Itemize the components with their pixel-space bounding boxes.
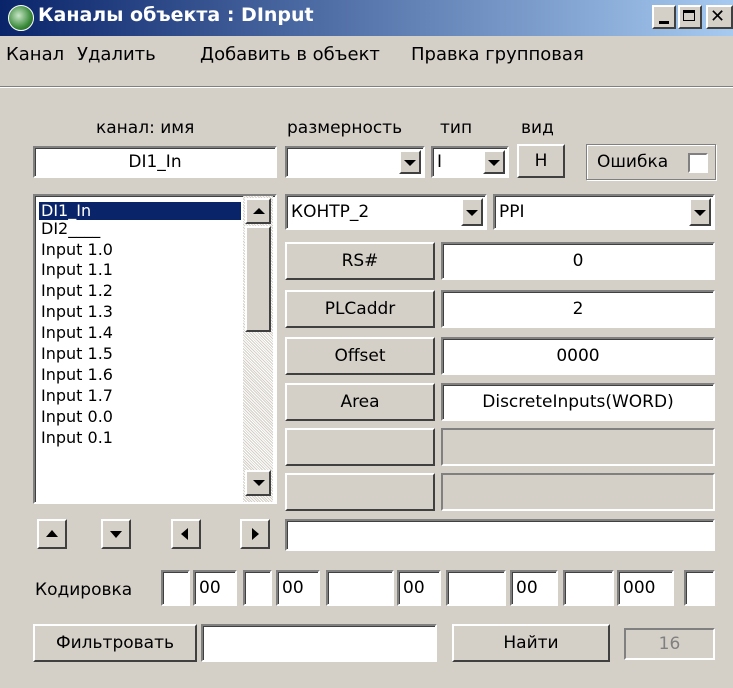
encoding-field[interactable]: 00 xyxy=(276,570,320,606)
encoding-field[interactable] xyxy=(243,570,272,606)
protocol-select[interactable]: PPI xyxy=(493,194,715,230)
dimension-select[interactable] xyxy=(285,146,425,178)
menu-divider xyxy=(0,86,733,88)
error-group: Ошибка xyxy=(586,144,716,180)
scroll-up-button[interactable] xyxy=(245,198,271,224)
scroll-up-icon xyxy=(253,208,265,214)
chevron-down-icon xyxy=(404,160,416,166)
encoding-field[interactable] xyxy=(161,570,190,606)
rs-button[interactable]: RS# xyxy=(285,242,435,280)
list-scrollbar[interactable] xyxy=(243,196,273,502)
encoding-field[interactable]: 00 xyxy=(397,570,441,606)
list-item[interactable]: Input 1.2 xyxy=(39,282,241,300)
view-header: вид xyxy=(521,118,554,138)
menu-channel[interactable]: Канал xyxy=(6,44,64,65)
protocol-select-value: PPI xyxy=(499,202,525,222)
controller-dropdown-button[interactable] xyxy=(461,198,483,226)
dimension-dropdown-button[interactable] xyxy=(399,150,421,174)
param-6-value xyxy=(441,473,715,511)
move-left-button[interactable] xyxy=(171,519,201,549)
area-button[interactable]: Area xyxy=(285,383,435,421)
controller-select[interactable]: КОНТР_2 xyxy=(285,194,487,230)
error-label: Ошибка xyxy=(597,152,669,172)
channel-name-input[interactable]: DI1_In xyxy=(33,146,277,178)
minimize-button[interactable] xyxy=(652,5,676,29)
type-dropdown-button[interactable] xyxy=(483,150,505,174)
app-icon xyxy=(8,5,34,31)
list-item[interactable]: Input 1.0 xyxy=(39,241,241,259)
list-item[interactable]: Input 0.0 xyxy=(39,408,241,426)
chevron-down-icon xyxy=(466,210,478,216)
offset-button[interactable]: Offset xyxy=(285,337,435,375)
chevron-down-icon xyxy=(694,210,706,216)
move-right-button[interactable] xyxy=(240,519,270,549)
window-title: Каналы объекта : DInput xyxy=(38,4,314,26)
arrow-down-icon xyxy=(110,531,122,538)
scroll-down-icon xyxy=(253,480,265,486)
dimension-select-value xyxy=(287,148,397,176)
list-item[interactable]: Input 1.6 xyxy=(39,366,241,384)
encoding-field[interactable]: 000 xyxy=(617,570,674,606)
arrow-left-icon xyxy=(181,528,188,540)
error-checkbox[interactable] xyxy=(688,153,708,173)
rs-value[interactable]: 0 xyxy=(441,242,715,280)
filter-button[interactable]: Фильтровать xyxy=(33,624,197,662)
find-button[interactable]: Найти xyxy=(452,624,610,662)
maximize-icon xyxy=(683,10,695,21)
menu-bar: Канал Удалить Добавить в объект Правка г… xyxy=(0,36,733,76)
arrow-up-icon xyxy=(46,530,58,537)
chevron-down-icon xyxy=(488,160,500,166)
area-value[interactable]: DiscreteInputs(WORD) xyxy=(441,383,715,421)
channel-list-items: DI1_In DI2____ Input 1.0 Input 1.1 Input… xyxy=(35,198,241,500)
move-down-button[interactable] xyxy=(101,519,131,549)
move-up-button[interactable] xyxy=(37,519,67,549)
encoding-field[interactable] xyxy=(446,570,506,606)
view-button[interactable]: Н xyxy=(517,144,565,178)
menu-group-edit[interactable]: Правка групповая xyxy=(411,44,584,65)
encoding-field[interactable]: 00 xyxy=(193,570,237,606)
encoding-field[interactable] xyxy=(684,570,715,606)
list-item[interactable]: Input 1.4 xyxy=(39,324,241,342)
encoding-label: Кодировка xyxy=(35,580,133,600)
encoding-field[interactable] xyxy=(326,570,394,606)
minimize-icon xyxy=(659,21,669,24)
info-field[interactable] xyxy=(285,519,715,551)
param-6-button[interactable] xyxy=(285,473,435,511)
close-button[interactable]: ✕ xyxy=(706,5,733,29)
plcaddr-button[interactable]: PLCaddr xyxy=(285,290,435,328)
list-item[interactable]: DI2____ xyxy=(39,220,241,238)
param-5-value xyxy=(441,428,715,466)
scroll-down-button[interactable] xyxy=(245,470,271,496)
count-field: 16 xyxy=(624,628,715,660)
maximize-button[interactable] xyxy=(678,5,702,29)
type-select[interactable]: I xyxy=(431,146,509,178)
channel-list[interactable]: DI1_In DI2____ Input 1.0 Input 1.1 Input… xyxy=(33,194,277,504)
dimension-header: размерность xyxy=(287,118,403,138)
arrow-right-icon xyxy=(252,528,259,540)
scroll-thumb[interactable] xyxy=(245,226,271,332)
plcaddr-value[interactable]: 2 xyxy=(441,290,715,328)
list-item[interactable]: Input 1.3 xyxy=(39,303,241,321)
menu-delete[interactable]: Удалить xyxy=(77,44,156,65)
list-item[interactable]: Input 1.7 xyxy=(39,387,241,405)
protocol-dropdown-button[interactable] xyxy=(689,198,711,226)
channel-name-header: канал: имя xyxy=(96,118,195,138)
encoding-field[interactable]: 00 xyxy=(510,570,558,606)
list-item[interactable]: Input 1.5 xyxy=(39,345,241,363)
list-item[interactable]: Input 1.1 xyxy=(39,261,241,279)
title-bar[interactable]: Каналы объекта : DInput ✕ xyxy=(0,0,733,36)
close-icon: ✕ xyxy=(710,6,726,27)
filter-input[interactable] xyxy=(201,624,437,662)
list-item[interactable]: Input 0.1 xyxy=(39,429,241,447)
param-5-button[interactable] xyxy=(285,428,435,466)
type-select-value: I xyxy=(437,152,443,172)
type-header: тип xyxy=(440,118,473,138)
offset-value[interactable]: 0000 xyxy=(441,337,715,375)
list-item[interactable]: DI1_In xyxy=(39,202,241,220)
controller-select-value: КОНТР_2 xyxy=(291,202,370,222)
encoding-field[interactable] xyxy=(563,570,614,606)
menu-add-to-object[interactable]: Добавить в объект xyxy=(200,44,380,65)
